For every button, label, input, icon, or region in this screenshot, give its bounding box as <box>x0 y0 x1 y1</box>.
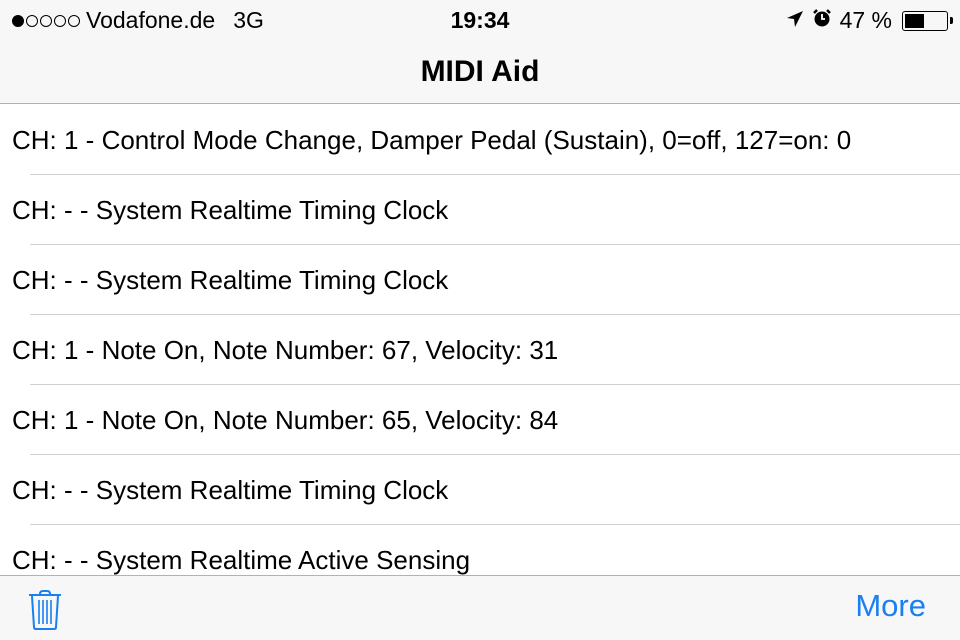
battery-fill <box>905 13 924 28</box>
trash-button[interactable] <box>28 590 62 630</box>
message-text: CH: 1 - Note On, Note Number: 67, Veloci… <box>12 334 559 365</box>
list-item[interactable]: CH: - - System Realtime Timing Clock <box>0 455 960 525</box>
midi-message-list[interactable]: CH: 1 - Control Mode Change, Damper Peda… <box>0 105 960 575</box>
navigation-bar: MIDI Aid <box>0 40 960 104</box>
battery-tip <box>950 16 953 24</box>
bottom-toolbar: More <box>0 575 960 640</box>
message-text: CH: - - System Realtime Active Sensing <box>12 544 471 575</box>
message-text: CH: - - System Realtime Timing Clock <box>12 474 449 505</box>
status-right: 47 % <box>786 7 953 34</box>
list-item[interactable]: CH: 1 - Control Mode Change, Damper Peda… <box>0 105 960 175</box>
list-item[interactable]: CH: 1 - Note On, Note Number: 65, Veloci… <box>0 385 960 455</box>
message-text: CH: 1 - Note On, Note Number: 65, Veloci… <box>12 404 559 435</box>
list-item[interactable]: CH: - - System Realtime Active Sensing <box>0 525 960 575</box>
list-item[interactable]: CH: 1 - Note On, Note Number: 67, Veloci… <box>0 315 960 385</box>
more-button[interactable]: More <box>855 588 926 624</box>
list-item[interactable]: CH: - - System Realtime Timing Clock <box>0 175 960 245</box>
page-title: MIDI Aid <box>420 54 540 88</box>
battery-icon <box>902 10 953 31</box>
location-arrow-icon <box>786 7 804 34</box>
message-text: CH: - - System Realtime Timing Clock <box>12 194 449 225</box>
list-item[interactable]: CH: - - System Realtime Timing Clock <box>0 245 960 315</box>
alarm-clock-icon <box>812 7 832 34</box>
status-bar: Vodafone.de 3G 19:34 47 % <box>0 0 960 40</box>
message-text: CH: - - System Realtime Timing Clock <box>12 264 449 295</box>
message-text: CH: 1 - Control Mode Change, Damper Peda… <box>12 124 852 155</box>
trash-icon <box>29 590 61 630</box>
battery-percent: 47 % <box>839 7 892 33</box>
